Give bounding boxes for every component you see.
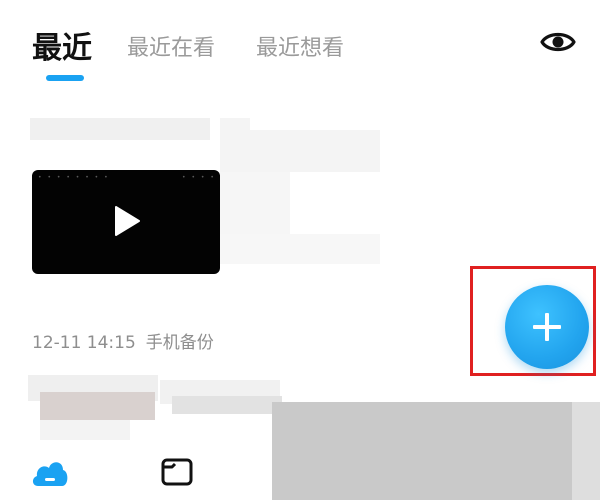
tab-recently-watching[interactable]: 最近在看	[127, 32, 215, 66]
active-tab-indicator	[46, 75, 84, 81]
add-button[interactable]	[505, 285, 589, 369]
blurred-content	[40, 392, 155, 420]
plus-icon	[533, 313, 561, 341]
app-screen: 最近 最近在看 最近想看 • • • • • • • • • • • • 12-…	[0, 0, 600, 500]
eye-icon[interactable]	[538, 26, 578, 58]
video-frame-decoration: • • • •	[182, 174, 216, 181]
blurred-content	[220, 130, 380, 172]
blurred-content	[572, 402, 600, 500]
blurred-content	[40, 420, 130, 440]
blurred-content	[272, 402, 572, 500]
tab-recent[interactable]: 最近	[32, 30, 92, 68]
recent-item-meta: 12-11 14:15 手机备份	[32, 330, 214, 356]
video-frame-decoration: • • • • • • • •	[38, 174, 110, 181]
blurred-content	[220, 172, 290, 234]
play-icon	[115, 206, 140, 236]
blurred-content	[30, 118, 210, 140]
video-thumbnail[interactable]: • • • • • • • • • • • •	[32, 170, 220, 274]
source-label: 手机备份	[145, 333, 214, 353]
cloud-icon[interactable]	[30, 454, 70, 494]
tab-recently-want-to-watch[interactable]: 最近想看	[256, 32, 344, 66]
folder-icon[interactable]	[160, 456, 194, 492]
blurred-content	[220, 234, 380, 264]
timestamp: 12-11 14:15	[32, 333, 136, 353]
blurred-content	[172, 396, 282, 414]
